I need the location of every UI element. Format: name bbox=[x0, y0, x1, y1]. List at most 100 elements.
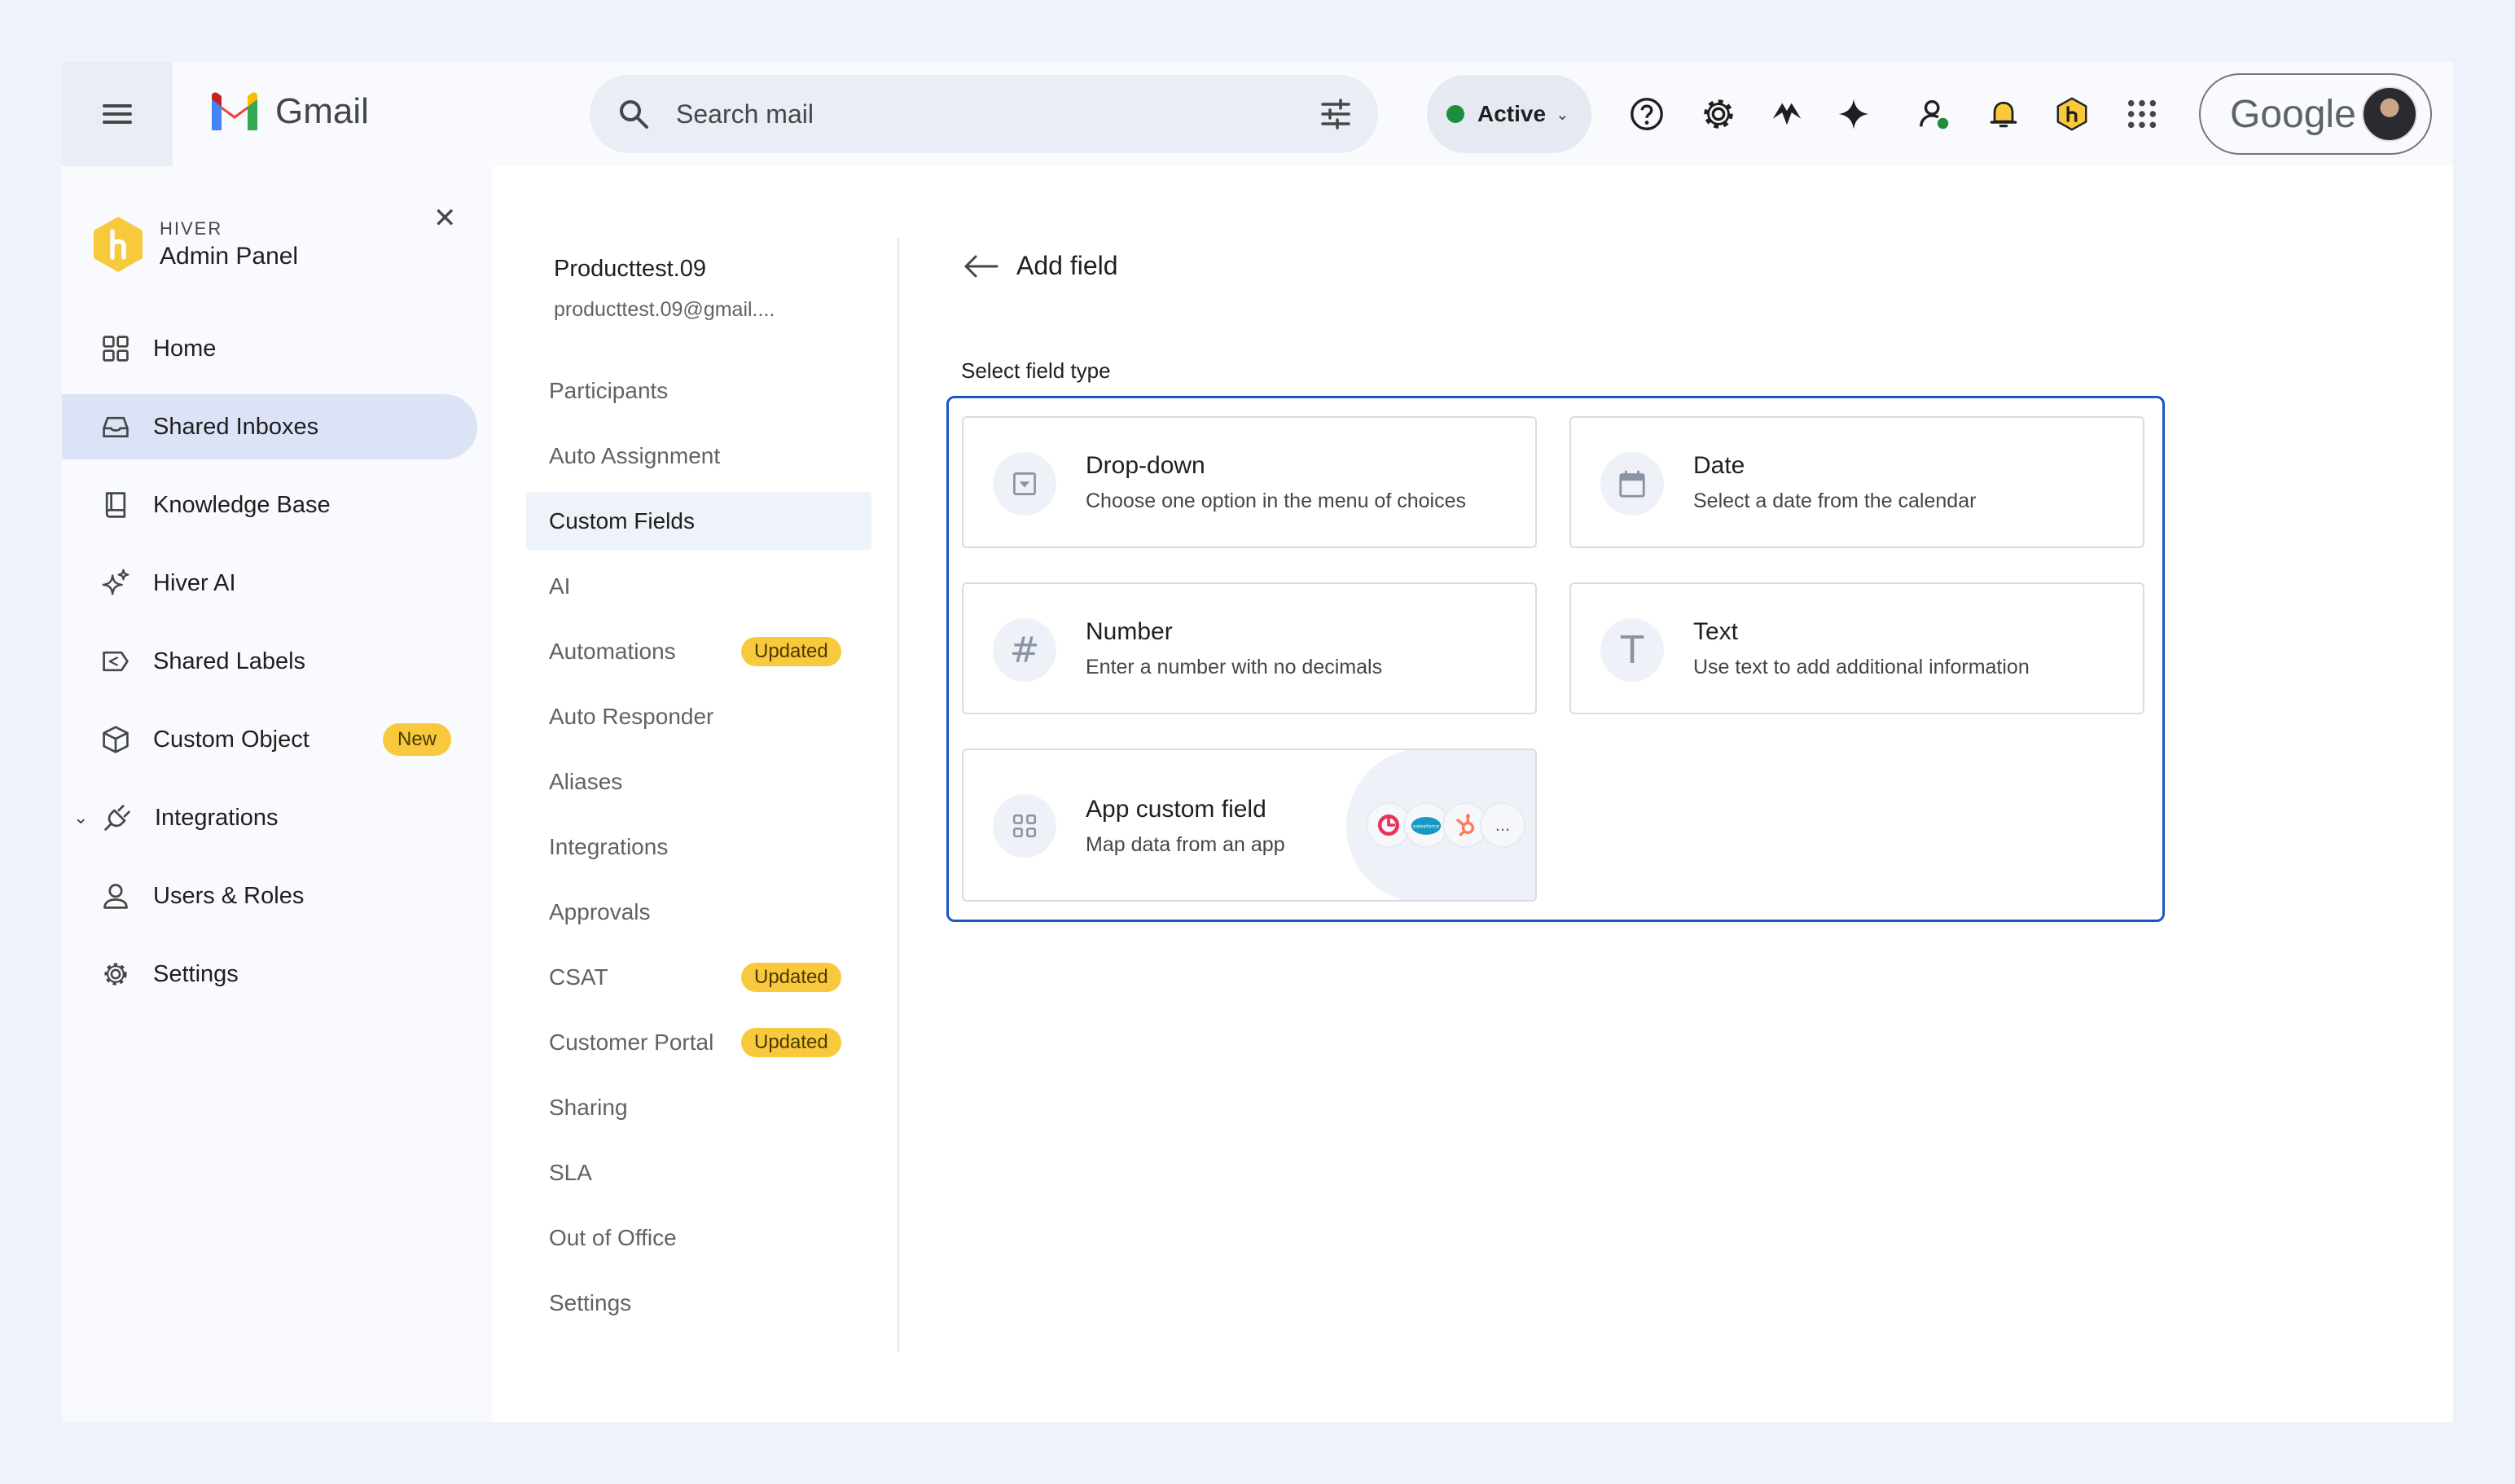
menu-item-label: Participants bbox=[549, 378, 669, 403]
field-type-app-custom-field[interactable]: App custom field Map data from an app sa… bbox=[962, 749, 1537, 902]
inbox-icon bbox=[99, 411, 132, 443]
menu-item-auto-responder[interactable]: Auto Responder bbox=[526, 687, 871, 746]
chevron-down-icon[interactable]: ⌄ bbox=[73, 807, 88, 828]
menu-item-label: Customer Portal bbox=[549, 1030, 714, 1055]
menu-item-label: CSAT bbox=[549, 964, 608, 990]
user-icon bbox=[99, 880, 132, 912]
menu-item-ai[interactable]: AI bbox=[526, 557, 871, 616]
field-type-title: Number bbox=[1086, 618, 1173, 645]
updated-badge: Updated bbox=[741, 1028, 841, 1057]
status-selector[interactable]: Active ⌄ bbox=[1427, 75, 1591, 153]
sidebar-item-shared-inboxes[interactable]: Shared Inboxes bbox=[62, 394, 477, 459]
menu-item-csat[interactable]: CSAT Updated bbox=[526, 948, 871, 1007]
status-label: Active bbox=[1477, 101, 1547, 126]
field-type-desc: Choose one option in the menu of choices bbox=[1086, 490, 1466, 512]
hiver-header: HIVER Admin Panel bbox=[91, 215, 298, 274]
calendar-icon bbox=[1600, 452, 1664, 516]
back-arrow-icon[interactable] bbox=[963, 253, 999, 279]
field-type-selector: Drop-down Choose one option in the menu … bbox=[946, 396, 2165, 922]
menu-item-label: AI bbox=[549, 573, 571, 599]
menu-item-approvals[interactable]: Approvals bbox=[526, 883, 871, 942]
sidebar-item-users-roles[interactable]: Users & Roles bbox=[62, 863, 477, 929]
sidebar-item-label: Integrations bbox=[155, 804, 279, 831]
hiver-logo-icon bbox=[94, 217, 143, 272]
label-icon bbox=[99, 645, 132, 678]
sidebar-item-label: Knowledge Base bbox=[153, 491, 331, 518]
sidebar-item-label: Hiver AI bbox=[153, 569, 236, 596]
avatar[interactable] bbox=[2362, 86, 2417, 142]
gmail-logo[interactable]: Gmail bbox=[208, 91, 369, 132]
search-options-icon[interactable] bbox=[1319, 98, 1352, 130]
gmail-topbar: Gmail Active ⌄ bbox=[62, 62, 2453, 166]
select-field-type-label: Select field type bbox=[961, 358, 1111, 383]
sidebar-item-knowledge-base[interactable]: Knowledge Base bbox=[62, 472, 477, 538]
updated-badge: Updated bbox=[741, 637, 841, 666]
menu-item-automations[interactable]: Automations Updated bbox=[526, 622, 871, 681]
sidebar-item-label: Home bbox=[153, 335, 217, 362]
hiver-apps-icon[interactable] bbox=[1767, 94, 1806, 134]
sidebar-item-custom-object[interactable]: Custom Object New bbox=[62, 707, 477, 772]
menu-item-label: Automations bbox=[549, 639, 676, 664]
menu-item-participants[interactable]: Participants bbox=[526, 362, 871, 420]
apps-icon bbox=[993, 794, 1056, 858]
search-icon[interactable] bbox=[617, 98, 650, 130]
field-type-number[interactable]: # Number Enter a number with no decimals bbox=[962, 582, 1537, 714]
gemini-icon[interactable] bbox=[1834, 94, 1873, 134]
sidebar-item-settings[interactable]: Settings bbox=[62, 942, 477, 1007]
menu-item-customer-portal[interactable]: Customer Portal Updated bbox=[526, 1013, 871, 1072]
field-type-title: App custom field bbox=[1086, 796, 1266, 823]
more-icon: ... bbox=[1480, 802, 1525, 848]
sidebar-item-hiver-ai[interactable]: Hiver AI bbox=[62, 551, 477, 616]
field-type-title: Date bbox=[1693, 452, 1745, 479]
menu-item-sla[interactable]: SLA bbox=[526, 1144, 871, 1202]
gmail-wordmark: Gmail bbox=[275, 91, 369, 131]
field-type-desc: Enter a number with no decimals bbox=[1086, 656, 1383, 678]
menu-item-integrations[interactable]: Integrations bbox=[526, 818, 871, 876]
app-frame: Gmail Active ⌄ bbox=[62, 62, 2453, 1422]
menu-item-settings[interactable]: Settings bbox=[526, 1274, 871, 1333]
field-type-text[interactable]: T Text Use text to add additional inform… bbox=[1569, 582, 2144, 714]
field-type-title: Drop-down bbox=[1086, 452, 1205, 479]
page-title: Add field bbox=[1016, 251, 1118, 280]
menu-item-label: Custom Fields bbox=[549, 508, 695, 533]
inbox-email: producttest.09@gmail.... bbox=[554, 298, 775, 321]
menu-item-label: Approvals bbox=[549, 899, 651, 924]
menu-item-sharing[interactable]: Sharing bbox=[526, 1078, 871, 1137]
menu-item-label: Aliases bbox=[549, 769, 623, 794]
close-icon[interactable]: ✕ bbox=[433, 202, 457, 235]
sidebar-item-label: Shared Inboxes bbox=[153, 413, 319, 440]
inbox-settings-menu: Producttest.09 producttest.09@gmail.... … bbox=[492, 166, 899, 1422]
main-menu-button[interactable] bbox=[62, 62, 173, 166]
field-type-date[interactable]: Date Select a date from the calendar bbox=[1569, 416, 2144, 548]
menu-item-auto-assignment[interactable]: Auto Assignment bbox=[526, 427, 871, 485]
hiver-extension-icon[interactable] bbox=[2052, 94, 2091, 134]
menu-item-aliases[interactable]: Aliases bbox=[526, 753, 871, 811]
plug-icon bbox=[101, 801, 134, 834]
sidebar-item-shared-labels[interactable]: Shared Labels bbox=[62, 629, 477, 694]
new-badge: New bbox=[383, 723, 452, 756]
google-wordmark: Google bbox=[2230, 92, 2356, 136]
settings-icon[interactable] bbox=[1699, 94, 1738, 134]
svg-text:salesforce: salesforce bbox=[1413, 824, 1439, 830]
notifications-icon[interactable] bbox=[1984, 94, 2023, 134]
search-bar[interactable] bbox=[590, 75, 1378, 153]
menu-item-label: Sharing bbox=[549, 1095, 628, 1120]
menu-item-out-of-office[interactable]: Out of Office bbox=[526, 1209, 871, 1267]
sidebar-item-home[interactable]: Home bbox=[62, 316, 477, 381]
menu-item-label: Integrations bbox=[549, 834, 669, 859]
chevron-down-icon: ⌄ bbox=[1556, 105, 1569, 124]
menu-item-custom-fields[interactable]: Custom Fields bbox=[526, 492, 871, 551]
sidebar-item-label: Shared Labels bbox=[153, 648, 306, 674]
apps-grid-icon[interactable] bbox=[2122, 94, 2162, 134]
google-account-button[interactable]: Google bbox=[2199, 73, 2432, 155]
hamburger-icon bbox=[103, 104, 132, 124]
field-type-desc: Map data from an app bbox=[1086, 833, 1285, 856]
search-input[interactable] bbox=[676, 75, 1295, 153]
field-type-dropdown[interactable]: Drop-down Choose one option in the menu … bbox=[962, 416, 1537, 548]
hiver-brand: HIVER bbox=[160, 218, 223, 239]
field-type-title: Text bbox=[1693, 618, 1739, 645]
dropdown-icon bbox=[993, 452, 1056, 516]
sidebar-item-integrations[interactable]: ⌄ Integrations bbox=[62, 785, 477, 850]
contacts-status-icon[interactable] bbox=[1916, 94, 1955, 134]
help-icon[interactable] bbox=[1627, 94, 1666, 134]
